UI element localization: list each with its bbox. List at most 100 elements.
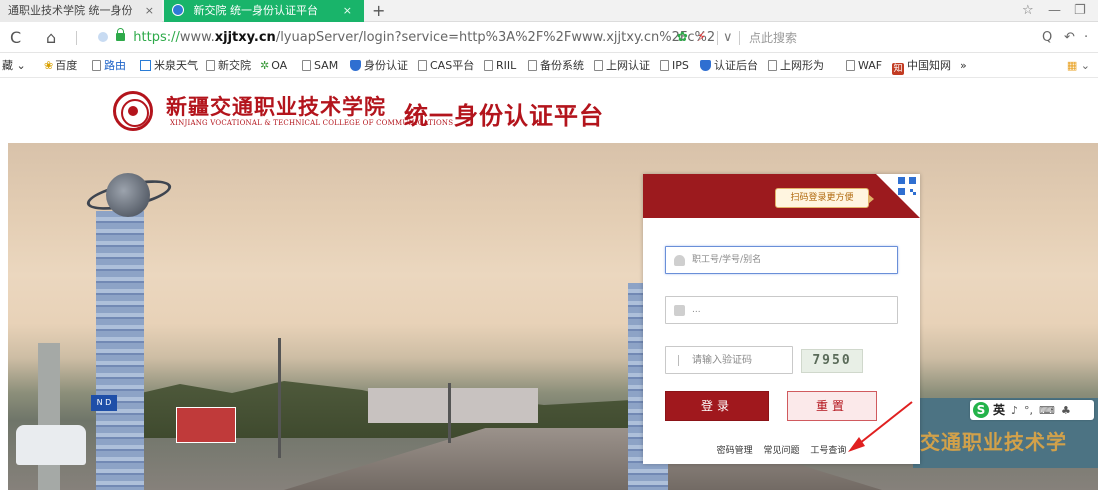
skin-icon[interactable]: ♣ bbox=[1061, 404, 1071, 417]
captcha-image[interactable]: 7950 bbox=[801, 349, 863, 373]
building bbox=[368, 388, 538, 423]
new-tab-button[interactable]: + bbox=[372, 0, 385, 22]
banner bbox=[176, 407, 236, 443]
tab-login-active[interactable]: 新交院 统一身份认证平台 × bbox=[164, 0, 364, 22]
bookmark-net-behavior[interactable]: 上网形为 bbox=[768, 54, 824, 78]
bookmark-riil[interactable]: RIIL bbox=[484, 54, 516, 78]
bookmark-cnki[interactable]: 知中国知网 bbox=[892, 54, 951, 78]
gear-icon: ✲ bbox=[260, 59, 270, 72]
username-input[interactable] bbox=[692, 247, 892, 273]
password-manage-link[interactable]: 密码管理 bbox=[717, 446, 753, 456]
search-icon[interactable]: Q bbox=[1042, 27, 1052, 49]
lightning-icon[interactable]: ⚡ bbox=[697, 29, 706, 47]
id-lookup-link[interactable]: 工号查询 bbox=[810, 446, 846, 456]
home-icon[interactable]: ⌂ bbox=[46, 27, 56, 49]
hero-background: N D 交通职业技术学 bbox=[8, 143, 1098, 490]
url-pre-host: www. bbox=[179, 30, 215, 45]
bookmark-ips[interactable]: IPS bbox=[660, 54, 689, 78]
apps-menu[interactable]: ▦ ⌄ bbox=[1067, 54, 1090, 78]
bookmark-label: 备份系统 bbox=[540, 59, 584, 72]
bookmark-label: 百度 bbox=[55, 59, 78, 72]
url-field[interactable]: https://www.xjjtxy.cn/lyuapServer/login?… bbox=[98, 27, 715, 49]
ime-toolbar[interactable]: S 英 ♪ °, ⌨ ♣ bbox=[970, 400, 1094, 420]
url-path: /lyuapServer/login?service=http%3A%2F%2F… bbox=[275, 30, 716, 45]
page-icon bbox=[92, 60, 101, 71]
shield-icon bbox=[350, 60, 361, 71]
lamp-post bbox=[448, 383, 451, 443]
bookmark-xinjiaoyuan[interactable]: 新交院 bbox=[206, 54, 251, 78]
bookmark-label: 认证后台 bbox=[714, 59, 758, 72]
page-icon bbox=[660, 60, 669, 71]
username-field[interactable] bbox=[665, 246, 898, 274]
bookmark-auth-admin[interactable]: 认证后台 bbox=[700, 54, 758, 78]
sculpture-globe bbox=[106, 173, 150, 217]
page-icon bbox=[206, 60, 215, 71]
bookmarks-overflow[interactable]: » bbox=[960, 54, 967, 78]
bookmark-auth[interactable]: 身份认证 bbox=[350, 54, 408, 78]
bookmark-label: 中国知网 bbox=[907, 59, 951, 72]
bookmark-waf[interactable]: WAF bbox=[846, 54, 882, 78]
lock-icon bbox=[674, 305, 685, 316]
bookmark-label: RIIL bbox=[496, 59, 517, 72]
close-icon[interactable]: × bbox=[343, 0, 352, 22]
tab-label: 新交院 统一身份认证平台 bbox=[193, 4, 319, 17]
page-icon bbox=[418, 60, 427, 71]
car bbox=[16, 425, 86, 465]
bookmarks-bar: 藏 ⌄ ❀ 百度 路由 米泉天气 新交院 ✲ OA SAM 身份认证 CAS平台 R… bbox=[0, 54, 1098, 78]
apps-icon: ▦ bbox=[1066, 59, 1078, 72]
faq-link[interactable]: 常见问题 bbox=[763, 446, 799, 456]
minimize-icon[interactable]: — bbox=[1048, 0, 1061, 22]
site-header: 新疆交通职业技术学院 XINJIANG VOCATIONAL & TECHNIC… bbox=[0, 79, 1098, 143]
undo-icon[interactable]: ↶ bbox=[1064, 27, 1075, 49]
qr-login-tip: 扫码登录更方便 bbox=[775, 188, 874, 208]
bookmark-oa[interactable]: ✲ OA bbox=[260, 54, 287, 78]
menu-icon[interactable]: · bbox=[1084, 27, 1088, 49]
bookmark-baidu[interactable]: ❀ 百度 bbox=[44, 54, 77, 78]
bookmark-backup[interactable]: 备份系统 bbox=[528, 54, 584, 78]
password-input[interactable] bbox=[692, 297, 892, 323]
tab-college[interactable]: 通职业技术学院 统一身份 × bbox=[0, 0, 162, 22]
keyboard-icon[interactable]: ⌨ bbox=[1039, 404, 1055, 417]
favorite-icon[interactable]: ☆ bbox=[1022, 0, 1034, 22]
url-host: xjjtxy.cn bbox=[214, 30, 276, 45]
page-icon bbox=[768, 60, 777, 71]
bookmark-net-auth[interactable]: 上网认证 bbox=[594, 54, 650, 78]
captcha-field[interactable] bbox=[665, 346, 793, 374]
bookmark-label: SAM bbox=[314, 59, 339, 72]
bookmark-label: IPS bbox=[672, 59, 689, 72]
close-icon[interactable]: × bbox=[145, 0, 154, 22]
reset-button[interactable]: 重置 bbox=[787, 391, 877, 421]
divider bbox=[739, 31, 740, 45]
captcha-input[interactable] bbox=[692, 347, 792, 373]
ime-mode[interactable]: 英 bbox=[993, 403, 1005, 417]
bookmark-label: 新交院 bbox=[218, 59, 251, 72]
moon-icon[interactable]: ♪ bbox=[1011, 404, 1018, 417]
login-panel-header: 扫码登录更方便 bbox=[643, 174, 920, 218]
password-field[interactable] bbox=[665, 296, 898, 324]
qr-code-icon[interactable] bbox=[898, 177, 916, 195]
chevron-down-icon[interactable]: ∨ bbox=[723, 29, 733, 47]
bookmark-favorites[interactable]: 藏 ⌄ bbox=[2, 54, 26, 78]
sogou-logo-icon: S bbox=[973, 402, 989, 418]
reload-icon[interactable]: C bbox=[10, 27, 21, 49]
lamp-post bbox=[278, 338, 281, 458]
page-icon bbox=[846, 60, 855, 71]
search-input[interactable]: 点此搜索 bbox=[749, 27, 797, 49]
restore-icon[interactable]: ❐ bbox=[1074, 0, 1086, 22]
page-icon bbox=[594, 60, 603, 71]
bookmark-sam[interactable]: SAM bbox=[302, 54, 338, 78]
extension-icon[interactable]: ✿ bbox=[677, 29, 688, 47]
bookmark-weather[interactable]: 米泉天气 bbox=[140, 54, 198, 78]
lock-icon bbox=[116, 28, 126, 41]
gate-tower-left bbox=[96, 211, 144, 490]
login-button[interactable]: 登录 bbox=[665, 391, 769, 421]
bookmark-router[interactable]: 路由 bbox=[92, 54, 126, 78]
bookmark-label: CAS平台 bbox=[430, 59, 475, 72]
punctuation-icon[interactable]: °, bbox=[1024, 404, 1033, 417]
bookmark-label: OA bbox=[271, 59, 288, 72]
bookmark-label: 上网认证 bbox=[606, 59, 650, 72]
page-icon bbox=[484, 60, 493, 71]
bookmark-label: 米泉天气 bbox=[154, 59, 198, 72]
browser-tab-bar: 通职业技术学院 统一身份 × 新交院 统一身份认证平台 × + ☆ — ❐ bbox=[0, 0, 1098, 22]
bookmark-cas[interactable]: CAS平台 bbox=[418, 54, 474, 78]
